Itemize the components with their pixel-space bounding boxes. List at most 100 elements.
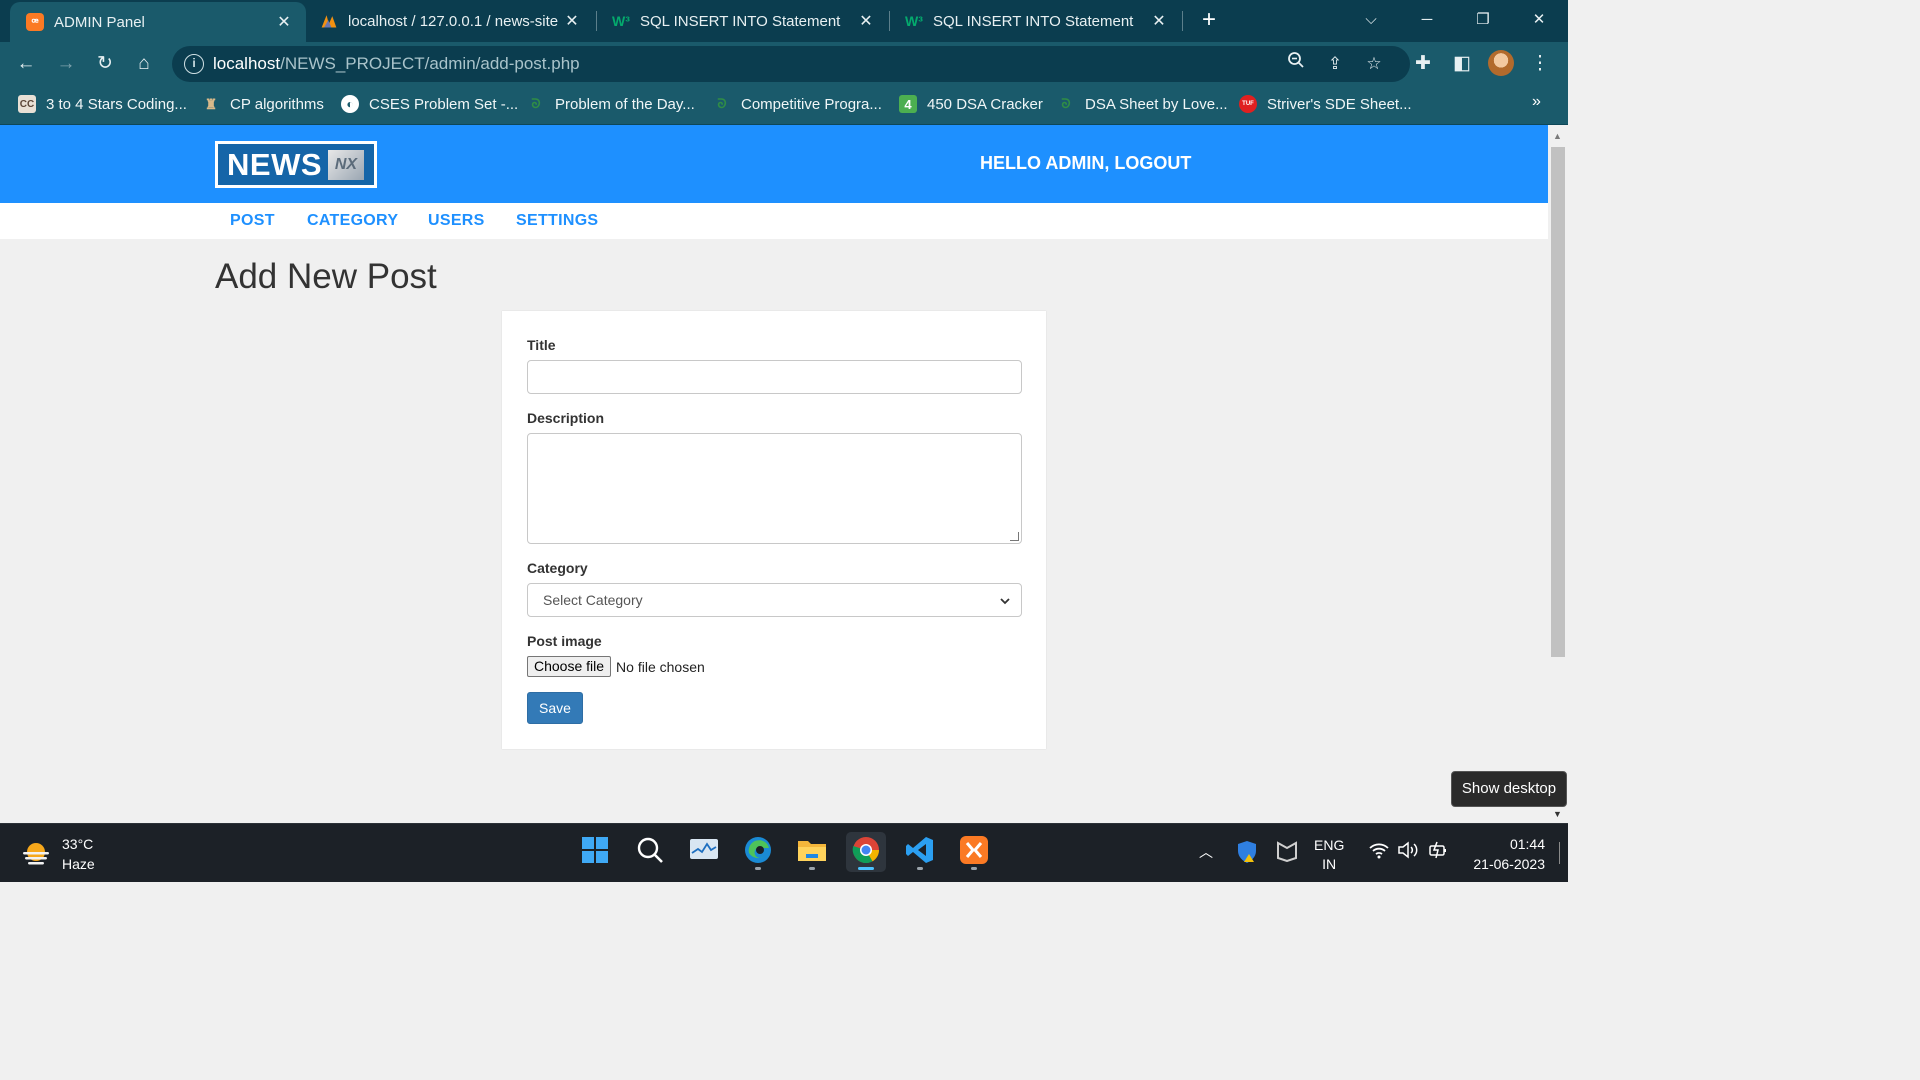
- close-icon[interactable]: ✕: [1149, 11, 1169, 31]
- menu-item-post[interactable]: POST: [230, 212, 275, 230]
- page-scrollbar[interactable]: ▲ ▼: [1548, 125, 1568, 823]
- zoom-icon[interactable]: [1282, 50, 1310, 78]
- bookmark-label: 3 to 4 Stars Coding...: [46, 95, 187, 113]
- show-hidden-icons-chevron-icon[interactable]: ︿: [1199, 842, 1213, 862]
- vscode-icon: [905, 835, 935, 870]
- title-input[interactable]: [527, 360, 1022, 394]
- clock-time: 01:44: [1509, 836, 1545, 852]
- address-bar[interactable]: i localhost/NEWS_PROJECT/admin/add-post.…: [172, 46, 1410, 82]
- task-manager-icon: [689, 837, 719, 868]
- bookmark-item[interactable]: ᘐ DSA Sheet by Love...: [1057, 93, 1227, 115]
- menu-kebab-icon[interactable]: ⋮: [1526, 50, 1554, 78]
- windows-security-shield-icon[interactable]: [1236, 840, 1258, 867]
- minimize-button[interactable]: ─: [1412, 6, 1442, 34]
- task-manager-app[interactable]: [684, 832, 724, 872]
- chevron-double-right-icon[interactable]: »: [1532, 93, 1541, 111]
- search-button[interactable]: [630, 832, 670, 872]
- bookmark-item[interactable]: ♜ CP algorithms: [202, 93, 324, 115]
- geeksforgeeks-icon: ᘐ: [717, 96, 727, 111]
- reload-icon[interactable]: ↻: [91, 50, 119, 78]
- tab-title: ADMIN Panel: [54, 13, 145, 31]
- cses-icon: ◐: [341, 95, 359, 113]
- show-desktop-button[interactable]: [1559, 842, 1560, 864]
- chrome-app[interactable]: [846, 832, 886, 872]
- home-icon[interactable]: ⌂: [130, 50, 158, 78]
- choose-file-button[interactable]: Choose file: [527, 656, 612, 677]
- cp-algorithms-icon: ♜: [204, 95, 218, 112]
- edge-app[interactable]: [738, 832, 778, 872]
- phpmyadmin-icon: [320, 12, 338, 30]
- site-info-icon[interactable]: i: [184, 54, 204, 74]
- bookmark-item[interactable]: TUF Striver's SDE Sheet...: [1239, 93, 1412, 115]
- browser-toolbar: ← → ↻ ⌂ i localhost/NEWS_PROJECT/admin/a…: [0, 42, 1568, 85]
- tab-divider: [1182, 11, 1183, 31]
- file-explorer-app[interactable]: [792, 832, 832, 872]
- bookmark-label: Striver's SDE Sheet...: [1267, 95, 1412, 113]
- start-button[interactable]: [575, 832, 615, 872]
- profile-avatar[interactable]: [1488, 50, 1516, 78]
- news-logo[interactable]: NEWS NX: [215, 141, 377, 188]
- add-post-form: Title Description Category Select Catego…: [502, 311, 1046, 749]
- scroll-down-arrow-icon[interactable]: ▼: [1553, 809, 1562, 819]
- clock-date: 21-06-2023: [1473, 856, 1545, 872]
- url-text[interactable]: localhost/NEWS_PROJECT/admin/add-post.ph…: [213, 54, 580, 74]
- category-select[interactable]: Select Category: [527, 583, 1022, 617]
- category-selected-value: Select Category: [543, 592, 643, 608]
- tab-w3schools-1[interactable]: W³ SQL INSERT INTO Statement ✕: [596, 0, 888, 42]
- side-panel-icon[interactable]: ◧: [1448, 50, 1476, 78]
- input-language-indicator[interactable]: ENG IN: [1314, 836, 1344, 874]
- tab-admin-panel[interactable]: ꟹ ADMIN Panel ✕: [10, 2, 306, 42]
- bookmark-star-icon[interactable]: ☆: [1360, 50, 1388, 78]
- tab-phpmyadmin[interactable]: localhost / 127.0.0.1 / news-site / ... …: [304, 0, 594, 42]
- restore-button[interactable]: ❐: [1468, 6, 1498, 34]
- battery-charging-icon[interactable]: [1428, 840, 1450, 863]
- bookmark-item[interactable]: ᘐ Competitive Progra...: [713, 93, 881, 115]
- new-tab-button[interactable]: +: [1196, 6, 1222, 34]
- close-icon[interactable]: ✕: [562, 11, 582, 31]
- bookmark-label: 450 DSA Cracker: [927, 95, 1043, 113]
- system-clock[interactable]: 01:44 21-06-2023: [1462, 834, 1545, 874]
- running-indicator: [755, 867, 761, 870]
- weather-widget[interactable]: 33°C Haze: [20, 834, 95, 874]
- tab-search-icon[interactable]: ⌵: [1356, 6, 1386, 34]
- description-label: Description: [527, 410, 605, 426]
- file-status-text: No file chosen: [616, 658, 705, 675]
- w3schools-icon: W³: [905, 13, 923, 29]
- tab-w3schools-2[interactable]: W³ SQL INSERT INTO Statement ✕: [889, 0, 1181, 42]
- forward-icon[interactable]: →: [52, 50, 80, 78]
- scroll-up-arrow-icon[interactable]: ▲: [1553, 131, 1562, 141]
- wifi-icon[interactable]: [1368, 841, 1390, 862]
- menu-item-settings[interactable]: SETTINGS: [516, 212, 598, 230]
- category-label: Category: [527, 560, 588, 576]
- share-icon[interactable]: ⇪: [1321, 50, 1349, 78]
- search-icon: [636, 836, 664, 869]
- bookmark-label: CSES Problem Set -...: [369, 95, 519, 113]
- volume-icon[interactable]: [1397, 840, 1419, 863]
- back-icon[interactable]: ←: [12, 50, 40, 78]
- site-header: NEWS NX HELLO ADMIN, LOGOUT: [0, 125, 1548, 203]
- save-button[interactable]: Save: [527, 692, 583, 724]
- menu-item-users[interactable]: USERS: [428, 212, 485, 230]
- bookmark-item[interactable]: CC 3 to 4 Stars Coding...: [18, 93, 187, 115]
- close-window-button[interactable]: ✕: [1524, 6, 1554, 34]
- bookmark-item[interactable]: ᘐ Problem of the Day...: [527, 93, 694, 115]
- file-input: Choose file No file chosen: [527, 656, 705, 677]
- xampp-icon: [959, 835, 989, 870]
- logo-mark-icon: NX: [328, 149, 364, 180]
- extensions-icon[interactable]: ✚: [1409, 50, 1437, 78]
- close-icon[interactable]: ✕: [856, 11, 876, 31]
- menu-item-category[interactable]: CATEGORY: [307, 212, 398, 230]
- scrollbar-thumb[interactable]: [1551, 147, 1565, 657]
- running-indicator: [809, 867, 815, 870]
- bookmark-item[interactable]: ◐ CSES Problem Set -...: [341, 93, 518, 115]
- hello-admin-logout-link[interactable]: HELLO ADMIN, LOGOUT: [980, 153, 1191, 174]
- close-icon[interactable]: ✕: [274, 12, 294, 32]
- xampp-app[interactable]: [954, 832, 994, 872]
- page-viewport: NEWS NX HELLO ADMIN, LOGOUT POST CATEGOR…: [0, 125, 1548, 823]
- description-textarea[interactable]: [527, 433, 1022, 544]
- bookmark-item[interactable]: 4 450 DSA Cracker: [899, 93, 1043, 115]
- resize-handle-icon[interactable]: [1010, 532, 1019, 541]
- mcafee-icon[interactable]: [1276, 840, 1298, 865]
- vscode-app[interactable]: [900, 832, 940, 872]
- windows-logo-icon: [581, 836, 609, 869]
